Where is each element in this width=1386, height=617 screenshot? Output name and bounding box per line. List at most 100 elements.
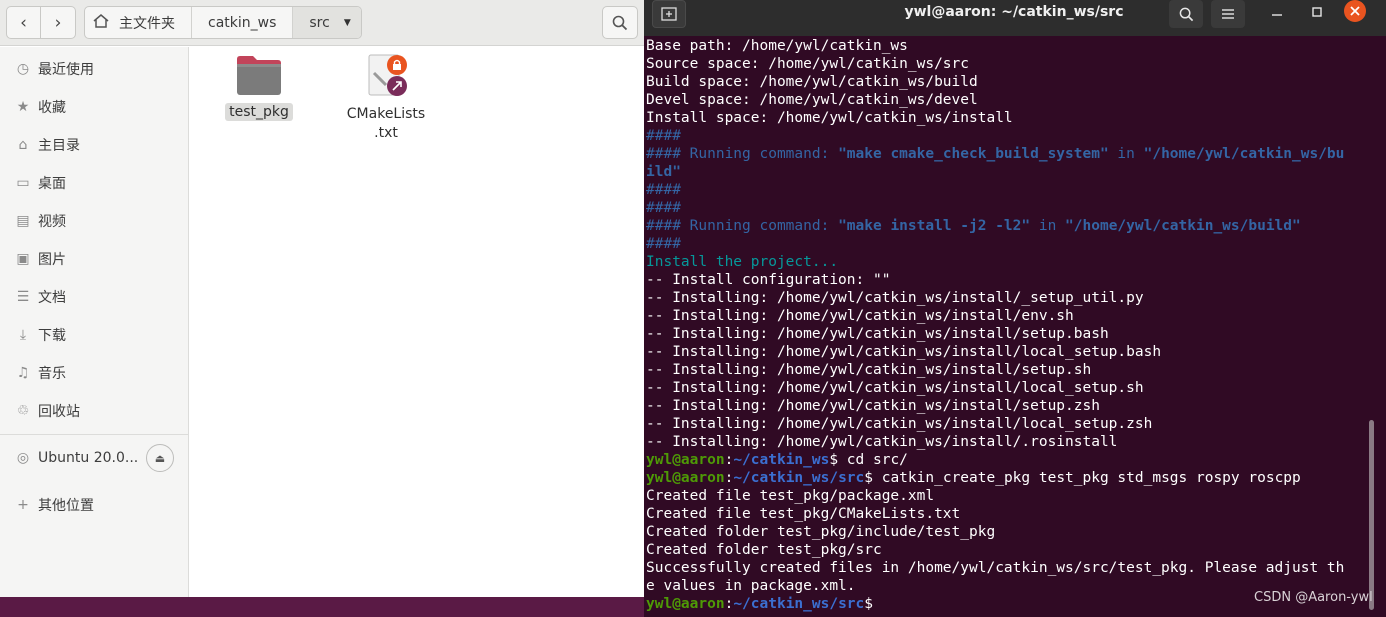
- terminal-text: Build space: /home/ywl/catkin_ws/build: [646, 74, 978, 90]
- sidebar-item-label: 收藏: [38, 100, 66, 116]
- terminal-line: Successfully created files in /home/ywl/…: [646, 559, 1371, 577]
- caret-down-icon[interactable]: ▼: [344, 18, 351, 28]
- sidebar-item-other-locations[interactable]: + 其他位置: [0, 487, 188, 523]
- terminal-header: ywl@aaron: ~/catkin_ws/src: [644, 0, 1386, 36]
- terminal-search-button[interactable]: [1169, 0, 1203, 28]
- terminal-text: e values in package.xml.: [646, 578, 856, 594]
- hamburger-menu-button[interactable]: [1211, 0, 1245, 28]
- sidebar-item-label: 图片: [38, 252, 66, 268]
- terminal-text: Created folder test_pkg/src: [646, 542, 882, 558]
- plus-icon: +: [17, 497, 29, 513]
- sidebar-item-downloads[interactable]: ⤓ 下载: [0, 317, 188, 353]
- terminal-text: ####: [646, 236, 681, 252]
- terminal-text: -- Installing: /home/ywl/catkin_ws/insta…: [646, 344, 1162, 360]
- sidebar-item-desktop[interactable]: ▭ 桌面: [0, 165, 188, 201]
- terminal-line: ywl@aaron:~/catkin_ws/src$ catkin_create…: [646, 469, 1371, 487]
- watermark: CSDN @Aaron-ywl: [1254, 590, 1373, 605]
- sidebar-item-label: 最近使用: [38, 62, 94, 78]
- new-tab-button[interactable]: [652, 0, 686, 28]
- desktop-icon: ▭: [16, 175, 30, 191]
- file-item-cmakelists[interactable]: CMakeLists .txt: [341, 53, 431, 141]
- sidebar-item-pictures[interactable]: ▣ 图片: [0, 241, 188, 277]
- terminal-text: Created file test_pkg/CMakeLists.txt: [646, 506, 961, 522]
- file-view: test_pkg CMakeLists .txt: [190, 47, 644, 597]
- terminal-output[interactable]: Base path: /home/ywl/catkin_ws Source spa…: [646, 37, 1371, 617]
- sidebar-item-label: 视频: [38, 214, 66, 230]
- terminal-text: ywl@aaron: [646, 470, 725, 486]
- close-button[interactable]: [1344, 0, 1366, 22]
- chevron-left-icon: ‹: [20, 12, 27, 33]
- sidebar-item-label: 回收站: [38, 404, 80, 420]
- sidebar-item-label: 主目录: [38, 138, 80, 154]
- breadcrumb-src[interactable]: src ▼: [293, 7, 361, 38]
- breadcrumb-label: catkin_ws: [208, 14, 277, 31]
- terminal-text: Install space: /home/ywl/catkin_ws/insta…: [646, 110, 1013, 126]
- sidebar-item-trash[interactable]: ♲ 回收站: [0, 393, 188, 429]
- terminal-line: Source space: /home/ywl/catkin_ws/src: [646, 55, 1371, 73]
- terminal-text: -- Installing: /home/ywl/catkin_ws/insta…: [646, 380, 1144, 396]
- new-tab-icon: [661, 7, 677, 21]
- eject-button[interactable]: ⏏: [146, 444, 174, 472]
- home-icon: [93, 13, 109, 32]
- file-item-test-pkg[interactable]: test_pkg: [214, 53, 304, 121]
- terminal-text: in: [1108, 146, 1144, 162]
- sidebar-item-starred[interactable]: ★ 收藏: [0, 89, 188, 125]
- terminal-scrollbar[interactable]: [1369, 420, 1374, 610]
- sidebar-item-home[interactable]: ⌂ 主目录: [0, 127, 188, 163]
- maximize-icon: [1312, 7, 1322, 17]
- terminal-line: #### Running command: "make install -j2 …: [646, 217, 1371, 235]
- breadcrumb-catkin-ws[interactable]: catkin_ws: [192, 7, 294, 38]
- terminal-text: $: [864, 596, 882, 612]
- terminal-line: -- Installing: /home/ywl/catkin_ws/insta…: [646, 289, 1371, 307]
- terminal-text: :: [724, 470, 734, 486]
- search-button[interactable]: [602, 6, 638, 39]
- terminal-line: Build space: /home/ywl/catkin_ws/build: [646, 73, 1371, 91]
- terminal-line: Install the project...: [646, 253, 1371, 271]
- hamburger-icon: [1222, 9, 1234, 19]
- forward-button[interactable]: ›: [41, 6, 76, 39]
- download-icon: ⤓: [19, 327, 27, 343]
- terminal-text: -- Installing: /home/ywl/catkin_ws/insta…: [646, 434, 1118, 450]
- terminal-text: :: [724, 596, 734, 612]
- terminal-line: -- Installing: /home/ywl/catkin_ws/insta…: [646, 415, 1371, 433]
- sidebar-item-label: 下载: [38, 328, 66, 344]
- terminal-text: -- Installing: /home/ywl/catkin_ws/insta…: [646, 398, 1100, 414]
- terminal-text: ####: [646, 182, 681, 198]
- terminal-line: ####: [646, 127, 1371, 145]
- terminal-line: Base path: /home/ywl/catkin_ws: [646, 37, 1371, 55]
- terminal-text: "/home/ywl/catkin_ws/bu: [1143, 146, 1345, 162]
- search-icon: [1179, 7, 1193, 21]
- maximize-button[interactable]: [1305, 0, 1329, 24]
- trash-icon: ♲: [16, 403, 30, 419]
- sidebar-item-recent[interactable]: ◷ 最近使用: [0, 51, 188, 87]
- sidebar-item-videos[interactable]: ▤ 视频: [0, 203, 188, 239]
- music-icon: ♫: [16, 365, 30, 381]
- terminal-text: ####: [646, 128, 681, 144]
- terminal-text: -- Installing: /home/ywl/catkin_ws/insta…: [646, 326, 1109, 342]
- breadcrumb-home[interactable]: 主文件夹: [85, 7, 192, 38]
- sidebar-item-documents[interactable]: ☰ 文档: [0, 279, 188, 315]
- minimize-button[interactable]: [1265, 0, 1289, 24]
- sidebar-item-music[interactable]: ♫ 音乐: [0, 355, 188, 391]
- terminal-text: Base path: /home/ywl/catkin_ws: [646, 38, 908, 54]
- terminal-line: Created folder test_pkg/src: [646, 541, 1371, 559]
- home-icon: ⌂: [18, 137, 28, 153]
- terminal-line: ####: [646, 181, 1371, 199]
- terminal-line: -- Installing: /home/ywl/catkin_ws/insta…: [646, 361, 1371, 379]
- terminal-text: ild": [646, 164, 681, 180]
- sidebar-item-label: 桌面: [38, 176, 66, 192]
- terminal-line: Devel space: /home/ywl/catkin_ws/devel: [646, 91, 1371, 109]
- terminal-text: ywl@aaron: [646, 452, 725, 468]
- sidebar-item-ubuntu-disc[interactable]: ◎ Ubuntu 20.0...: [0, 440, 140, 476]
- terminal-text: Devel space: /home/ywl/catkin_ws/devel: [646, 92, 978, 108]
- terminal-text: ####: [646, 200, 681, 216]
- file-manager-header: ‹ › 主文件夹 catkin_ws src ▼: [0, 0, 644, 46]
- terminal-text: -- Installing: /home/ywl/catkin_ws/insta…: [646, 416, 1153, 432]
- minimize-icon: [1272, 14, 1282, 16]
- file-name: test_pkg: [225, 103, 293, 121]
- terminal-text: -- Installing: /home/ywl/catkin_ws/insta…: [646, 308, 1074, 324]
- terminal-text: Successfully created files in /home/ywl/…: [646, 560, 1345, 576]
- back-button[interactable]: ‹: [6, 6, 41, 39]
- star-icon: ★: [16, 99, 30, 115]
- eject-icon: ⏏: [154, 451, 166, 465]
